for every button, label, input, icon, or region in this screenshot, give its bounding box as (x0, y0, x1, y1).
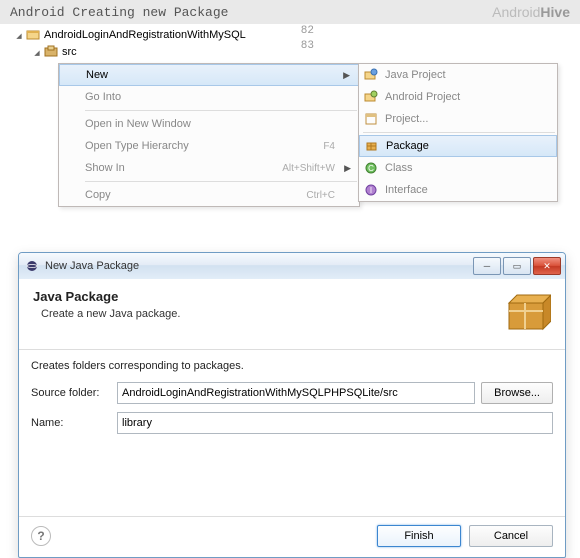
new-package-dialog: New Java Package ─ ▭ ✕ Java Package Crea… (18, 252, 566, 558)
java-project-icon (363, 67, 379, 83)
page-header: Android Creating new Package AndroidHive (0, 0, 580, 24)
new-submenu: Java Project Android Project Project... … (358, 63, 558, 202)
expand-arrow-icon[interactable] (32, 47, 42, 57)
dialog-footer: ? Finish Cancel (19, 516, 565, 557)
class-icon: C (363, 160, 379, 176)
close-button[interactable]: ✕ (533, 257, 561, 275)
tree-project-row[interactable]: AndroidLoginAndRegistrationWithMySQL (14, 26, 580, 43)
dialog-titlebar[interactable]: New Java Package ─ ▭ ✕ (19, 253, 565, 279)
menu-go-into[interactable]: Go Into (59, 86, 359, 108)
submenu-interface[interactable]: I Interface (359, 179, 557, 201)
browse-button[interactable]: Browse... (481, 382, 553, 404)
tree-src-label: src (62, 46, 77, 58)
submenu-arrow-icon: ▶ (344, 163, 351, 174)
menu-open-new-window[interactable]: Open in New Window (59, 113, 359, 135)
package-artwork-icon (503, 289, 551, 337)
android-project-icon (363, 89, 379, 105)
package-icon (364, 138, 380, 154)
eclipse-icon (25, 259, 39, 273)
name-input[interactable] (117, 412, 553, 434)
menu-separator (363, 132, 555, 133)
help-button[interactable]: ? (31, 526, 51, 546)
project-icon (26, 28, 42, 42)
line-numbers: 82 83 (301, 24, 314, 54)
submenu-java-project[interactable]: Java Project (359, 64, 557, 86)
submenu-android-project[interactable]: Android Project (359, 86, 557, 108)
submenu-package[interactable]: Package (359, 135, 557, 157)
minimize-button[interactable]: ─ (473, 257, 501, 275)
menu-separator (85, 181, 357, 182)
submenu-arrow-icon: ▶ (343, 70, 350, 81)
finish-button[interactable]: Finish (377, 525, 461, 547)
submenu-project[interactable]: Project... (359, 108, 557, 130)
dialog-body: Creates folders corresponding to package… (19, 350, 565, 516)
dialog-description: Creates folders corresponding to package… (31, 360, 553, 372)
shortcut-text: F4 (323, 141, 349, 152)
src-folder-icon (44, 45, 60, 59)
tree-src-row[interactable]: src (14, 43, 580, 60)
project-icon (363, 111, 379, 127)
submenu-class[interactable]: C Class (359, 157, 557, 179)
maximize-button[interactable]: ▭ (503, 257, 531, 275)
shortcut-text: Ctrl+C (306, 190, 349, 201)
dialog-heading: Java Package (33, 289, 180, 304)
dialog-subheading: Create a new Java package. (33, 308, 180, 320)
menu-separator (85, 110, 357, 111)
context-menu: New ▶ Go Into Open in New Window Open Ty… (58, 63, 360, 207)
name-label: Name: (31, 417, 111, 429)
ide-background: AndroidLoginAndRegistrationWithMySQL src… (0, 24, 580, 242)
menu-show-in[interactable]: Show In Alt+Shift+W ▶ (59, 157, 359, 179)
menu-copy[interactable]: Copy Ctrl+C (59, 184, 359, 206)
expand-arrow-icon[interactable] (14, 30, 24, 40)
shortcut-text: Alt+Shift+W (282, 163, 349, 174)
brand-logo: AndroidHive (492, 4, 570, 20)
source-folder-label: Source folder: (31, 387, 111, 399)
menu-new[interactable]: New ▶ (59, 64, 359, 86)
svg-text:C: C (368, 164, 374, 173)
cancel-button[interactable]: Cancel (469, 525, 553, 547)
dialog-header: Java Package Create a new Java package. (19, 279, 565, 350)
source-folder-input[interactable] (117, 382, 475, 404)
interface-icon: I (363, 182, 379, 198)
page-title: Android Creating new Package (10, 5, 228, 20)
menu-open-type-hierarchy[interactable]: Open Type Hierarchy F4 (59, 135, 359, 157)
svg-text:I: I (370, 186, 372, 195)
dialog-title: New Java Package (45, 260, 467, 272)
tree-project-label: AndroidLoginAndRegistrationWithMySQL (44, 29, 246, 41)
